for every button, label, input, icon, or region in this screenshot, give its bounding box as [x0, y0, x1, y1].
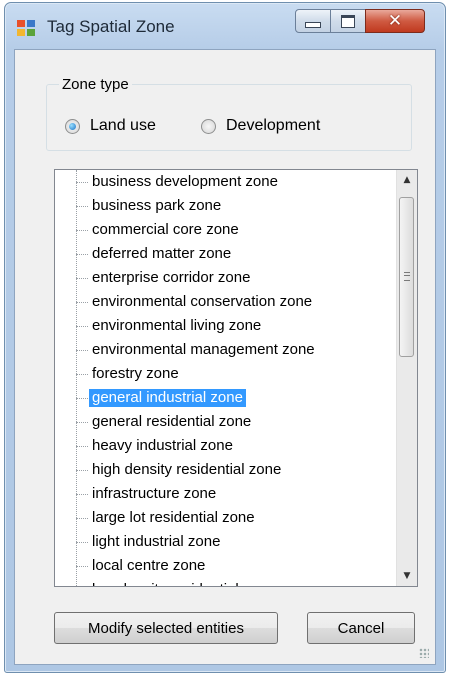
dialog-body: Zone type Land use Development business …: [14, 49, 436, 665]
scroll-down-button[interactable]: ▼: [397, 566, 417, 586]
tree-item-label: environmental conservation zone: [92, 293, 313, 310]
window-title: Tag Spatial Zone: [47, 17, 175, 36]
zone-tree-list[interactable]: business development zone business park z…: [54, 169, 418, 587]
tree-item-label: heavy industrial zone: [92, 437, 233, 454]
tree-item[interactable]: general residential zone: [55, 410, 389, 434]
tree-item[interactable]: forestry zone: [55, 362, 389, 386]
tree-item-label: general industrial zone: [89, 389, 246, 407]
tree-item[interactable]: large lot residential zone: [55, 506, 389, 530]
tree-item-label: local centre zone: [92, 557, 206, 574]
minimize-button[interactable]: [295, 9, 331, 33]
app-icon: [17, 20, 35, 36]
tree-item[interactable]: environmental conservation zone: [55, 290, 389, 314]
tree-item[interactable]: environmental management zone: [55, 338, 389, 362]
tree-item[interactable]: infrastructure zone: [55, 482, 389, 506]
land-use-label: Land use: [90, 117, 156, 134]
tree-item-label: high density residential zone: [92, 461, 282, 478]
tree-item-label: general residential zone: [92, 413, 252, 430]
modify-selected-entities-button[interactable]: Modify selected entities: [54, 612, 278, 644]
tree-item[interactable]: commercial core zone: [55, 218, 389, 242]
tree-item[interactable]: enterprise corridor zone: [55, 266, 389, 290]
tree-item[interactable]: deferred matter zone: [55, 242, 389, 266]
tree-item-label: environmental living zone: [92, 317, 262, 334]
close-icon: ✕: [387, 11, 403, 31]
zone-type-label: Zone type: [59, 76, 132, 93]
maximize-button[interactable]: [330, 9, 366, 33]
tree-item[interactable]: local centre zone: [55, 554, 389, 578]
tree-item-label: business development zone: [92, 173, 278, 190]
tree-item-label: environmental management zone: [92, 341, 315, 358]
scroll-down-icon: ▼: [403, 571, 411, 581]
tree-item-label: low density residential zone: [89, 581, 278, 586]
tree-item-label: business park zone: [92, 197, 222, 214]
tree-item[interactable]: heavy industrial zone: [55, 434, 389, 458]
tree-item-label: large lot residential zone: [92, 509, 255, 526]
tree-item[interactable]: light industrial zone: [55, 530, 389, 554]
scroll-thumb[interactable]: [399, 197, 414, 357]
tree-item[interactable]: high density residential zone: [55, 458, 389, 482]
development-radio-icon[interactable]: [201, 118, 216, 134]
tree-item-label: deferred matter zone: [92, 245, 232, 262]
tree-item[interactable]: business park zone: [55, 194, 389, 218]
development-radio[interactable]: Development: [201, 117, 320, 135]
tree-item[interactable]: low density residential zone: [55, 578, 389, 586]
zone-type-group: Zone type Land use Development: [46, 76, 412, 151]
land-use-radio[interactable]: Land use: [65, 117, 156, 135]
tree-item-label: commercial core zone: [92, 221, 239, 238]
scroll-up-button[interactable]: ▲: [397, 170, 417, 190]
tree-items: business development zone business park z…: [55, 170, 389, 586]
grip-icon: [404, 272, 410, 281]
tree-item-label: light industrial zone: [92, 533, 221, 550]
tree-item[interactable]: environmental living zone: [55, 314, 389, 338]
vertical-scrollbar[interactable]: ▲ ▼: [396, 170, 417, 586]
tree-item[interactable]: business development zone: [55, 170, 389, 194]
resize-grip-icon[interactable]: [419, 648, 429, 658]
development-label: Development: [226, 117, 321, 134]
tree-item-label: infrastructure zone: [92, 485, 217, 502]
land-use-radio-icon[interactable]: [65, 118, 80, 134]
scroll-up-icon: ▲: [403, 175, 411, 185]
tree-item[interactable]: general industrial zone: [55, 386, 389, 410]
tree-item-label: forestry zone: [92, 365, 179, 382]
maximize-icon: [341, 14, 355, 28]
title-bar[interactable]: Tag Spatial Zone ✕: [5, 3, 445, 49]
minimize-icon: [305, 22, 321, 28]
tree-item-label: enterprise corridor zone: [92, 269, 251, 286]
cancel-button[interactable]: Cancel: [307, 612, 415, 644]
close-button[interactable]: ✕: [365, 9, 425, 33]
dialog-window: Tag Spatial Zone ✕ Zone type Land use De…: [4, 2, 446, 673]
